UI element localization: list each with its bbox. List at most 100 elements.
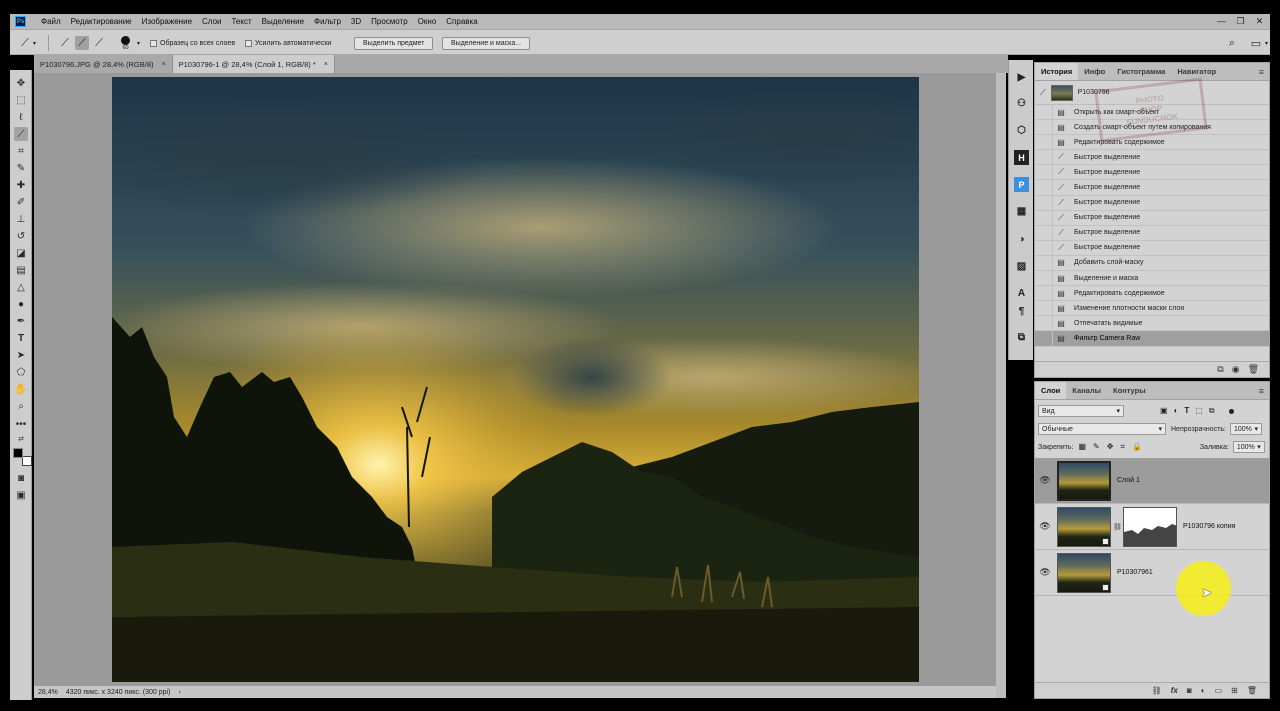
history-state-row[interactable]: ⟋ Быстрое выделение	[1035, 240, 1269, 256]
history-state-row[interactable]: ⟋ Быстрое выделение	[1035, 210, 1269, 226]
visibility-eye-icon[interactable]: 👁	[1035, 475, 1055, 486]
adjustments-user-icon[interactable]: ⚇	[1014, 96, 1029, 111]
grid-icon[interactable]: ▦	[1014, 204, 1029, 219]
brush-tip-icon[interactable]	[121, 35, 130, 45]
history-brush-source-slot[interactable]	[1035, 286, 1053, 301]
close-window-button[interactable]: ✕	[1253, 15, 1266, 27]
character-icon[interactable]: A	[1014, 286, 1029, 301]
link-layers-icon[interactable]: ⛓	[1152, 686, 1162, 695]
eyedropper-tool-icon[interactable]: ✎	[14, 161, 28, 175]
menu-layers[interactable]: Слои	[197, 14, 226, 29]
move-tool-icon[interactable]: ✥	[14, 76, 28, 90]
tab-paths[interactable]: Контуры	[1107, 382, 1152, 399]
select-subject-button[interactable]: Выделить предмет	[354, 36, 434, 50]
history-state-row[interactable]: ⟋ Быстрое выделение	[1035, 150, 1269, 166]
history-brush-source-slot[interactable]	[1035, 271, 1053, 286]
history-state-row[interactable]: ▤ Выделение и маска	[1035, 271, 1269, 287]
shape-tool-icon[interactable]: ⬠	[14, 365, 28, 379]
plugin-p-icon[interactable]: P	[1014, 177, 1029, 192]
lock-all-icon[interactable]: 🔒	[1132, 442, 1142, 452]
new-selection-brush-icon[interactable]: ⟋	[58, 36, 72, 50]
layer-thumbnail[interactable]	[1057, 506, 1111, 547]
filter-smart-object-icon[interactable]: ⧉	[1209, 406, 1215, 416]
visibility-eye-icon[interactable]: 👁	[1035, 521, 1055, 532]
history-brush-source-slot[interactable]	[1035, 150, 1053, 165]
tab-document-2[interactable]: P1030796-1 @ 28,4% (Слой 1, RGB/8) * ×	[172, 55, 335, 73]
brush-tool-icon[interactable]: ✐	[14, 195, 28, 209]
history-brush-source-slot[interactable]	[1035, 180, 1053, 195]
layer-name[interactable]: P10307961	[1117, 569, 1153, 576]
auto-enhance-checkbox[interactable]	[245, 39, 252, 47]
fill-input[interactable]: 100% ▾	[1232, 441, 1265, 453]
healing-brush-tool-icon[interactable]: ✚	[14, 178, 28, 192]
filter-pixel-icon[interactable]: ▣	[1160, 406, 1168, 416]
menu-image[interactable]: Изображение	[137, 14, 197, 29]
image-adjust-icon[interactable]: ▨	[1014, 259, 1029, 274]
layer-row[interactable]: 👁 Слой 1	[1035, 458, 1269, 504]
layer-thumbnail[interactable]	[1057, 460, 1111, 501]
history-brush-source-slot[interactable]	[1035, 240, 1053, 255]
new-group-icon[interactable]: ▭	[1215, 686, 1223, 695]
menu-select[interactable]: Выделение	[257, 14, 309, 29]
tab-document-1[interactable]: P1030796.JPG @ 28,4% (RGB/8) ×	[34, 55, 173, 73]
search-icon[interactable]: ⌕	[1225, 36, 1239, 50]
document-image[interactable]	[112, 77, 919, 682]
glyphs-icon[interactable]: ⧉	[1014, 330, 1029, 345]
layer-row[interactable]: 👁 P10307961	[1035, 550, 1269, 596]
history-brush-tool-icon[interactable]: ↺	[14, 229, 28, 243]
visibility-eye-icon[interactable]: 👁	[1035, 567, 1055, 578]
color-wheel-icon[interactable]: ◑	[1014, 232, 1029, 247]
history-state-row[interactable]: ⟋ Быстрое выделение	[1035, 165, 1269, 181]
crop-tool-icon[interactable]: ⌗	[14, 144, 28, 158]
layer-row[interactable]: 👁 ⛓ P1030796 копия	[1035, 504, 1269, 550]
restore-button[interactable]: ❐	[1234, 15, 1247, 27]
workspace-icon[interactable]: ▭	[1249, 36, 1263, 50]
menu-file[interactable]: Файл	[36, 14, 66, 29]
history-state-row[interactable]: ▤ Редактировать содержимое	[1035, 135, 1269, 151]
status-menu-arrow-icon[interactable]: ›	[178, 689, 180, 696]
layer-name[interactable]: Слой 1	[1117, 477, 1140, 484]
tab-channels[interactable]: Каналы	[1066, 382, 1107, 399]
workspace-dropdown-icon[interactable]: ▾	[1265, 40, 1268, 47]
blend-mode-select[interactable]: Обычные ▾	[1038, 423, 1166, 435]
menu-help[interactable]: Справка	[441, 14, 482, 29]
menu-3d[interactable]: 3D	[346, 14, 366, 29]
actions-play-icon[interactable]: ▶	[1014, 70, 1029, 85]
canvas-area[interactable]	[34, 73, 996, 686]
zoom-level[interactable]: 28,4%	[38, 689, 58, 696]
menu-filter[interactable]: Фильтр	[309, 14, 346, 29]
marquee-tool-icon[interactable]: ⬚	[14, 93, 28, 107]
add-to-selection-brush-icon[interactable]: ⟋	[75, 36, 89, 50]
quick-selection-tool-icon[interactable]: ⟋	[14, 127, 28, 141]
gradient-tool-icon[interactable]: ▤	[14, 263, 28, 277]
path-selection-tool-icon[interactable]: ➤	[14, 348, 28, 362]
select-and-mask-button[interactable]: Выделение и маска...	[442, 36, 531, 50]
new-document-from-state-icon[interactable]: ⧉	[1217, 364, 1223, 375]
close-tab-icon[interactable]: ×	[162, 61, 166, 68]
3d-cube-icon[interactable]: ⬡	[1014, 123, 1029, 138]
screen-mode-icon[interactable]: ▣	[14, 488, 28, 502]
menu-edit[interactable]: Редактирование	[66, 14, 137, 29]
history-brush-source-icon[interactable]: ⟋	[1040, 88, 1046, 98]
quick-mask-icon[interactable]: ◙	[14, 471, 28, 485]
history-brush-source-slot[interactable]	[1035, 316, 1053, 331]
history-state-row[interactable]: ▤ Изменение плотности маски слоя	[1035, 301, 1269, 317]
more-tools-icon[interactable]: •••	[14, 417, 28, 431]
delete-state-icon[interactable]: 🗑	[1248, 364, 1259, 375]
menu-view[interactable]: Просмотр	[366, 14, 413, 29]
blur-tool-icon[interactable]: △	[14, 280, 28, 294]
foreground-color-swatch[interactable]	[13, 448, 23, 458]
quick-selection-preset-icon[interactable]: ⟋	[18, 36, 32, 50]
lock-image-icon[interactable]: ✎	[1093, 442, 1100, 452]
history-brush-source-slot[interactable]	[1035, 135, 1053, 150]
plugin-h-icon[interactable]: H	[1014, 150, 1029, 165]
dodge-tool-icon[interactable]: ●	[14, 297, 28, 311]
history-state-row[interactable]: ▤ Добавить слой-маску	[1035, 255, 1269, 272]
add-mask-icon[interactable]: ◙	[1187, 686, 1192, 695]
filter-adjustment-icon[interactable]: ◐	[1174, 406, 1179, 416]
menu-type[interactable]: Текст	[226, 14, 256, 29]
history-brush-source-slot[interactable]	[1035, 301, 1053, 316]
layer-thumbnail[interactable]	[1057, 552, 1111, 593]
eraser-tool-icon[interactable]: ◪	[14, 246, 28, 260]
history-brush-source-slot[interactable]	[1035, 331, 1053, 346]
